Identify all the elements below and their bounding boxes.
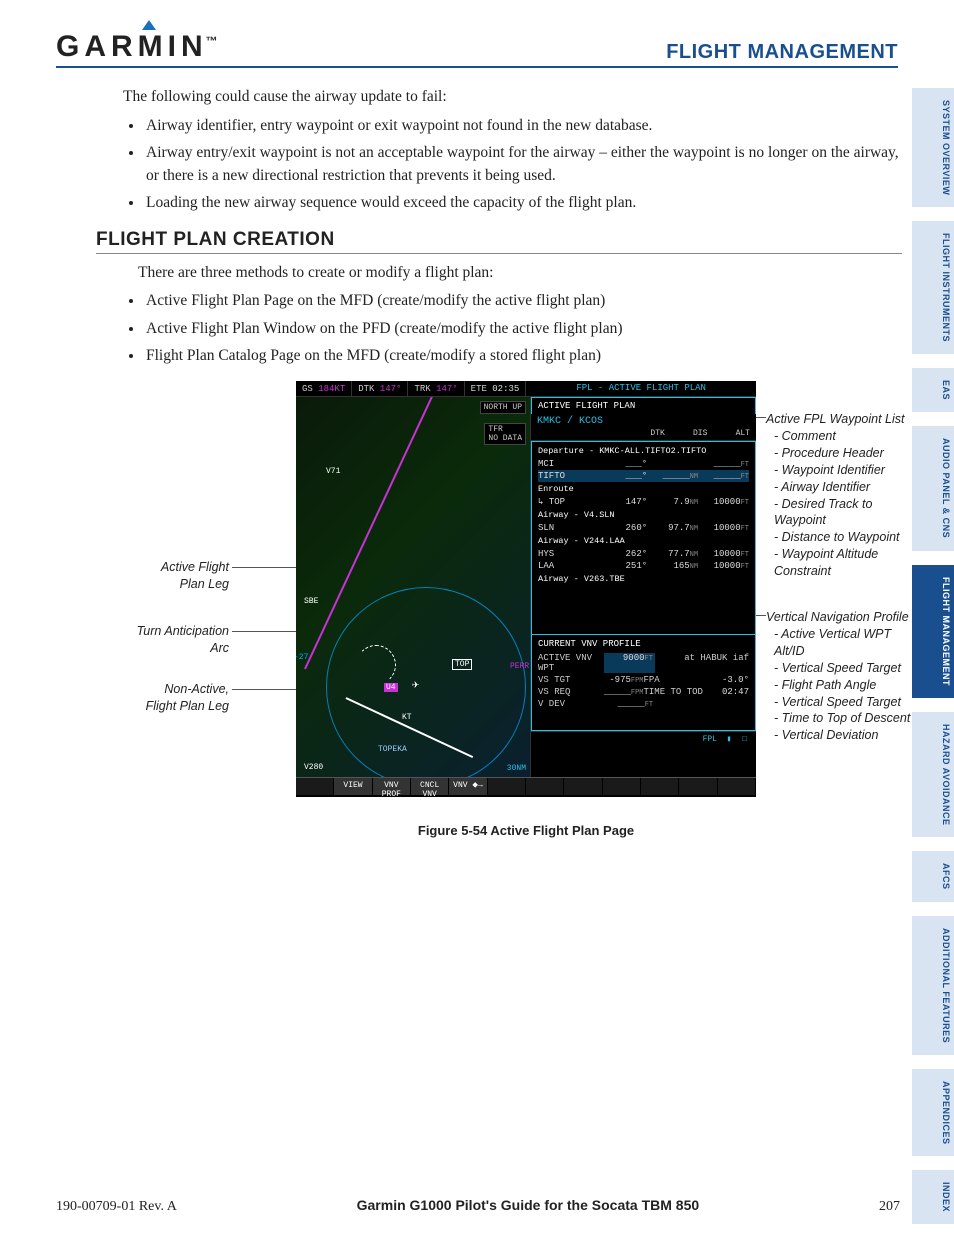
mfd-map: NORTH UP TFRNO DATA ✈ V71 SBE -27 U4 TOP… <box>296 397 531 777</box>
mfd-databar: GS 184KT DTK 147° TRK 147° ETE 02:35 FPL… <box>296 381 756 397</box>
fpl-columns: DTKDISALT <box>531 429 756 441</box>
map-label: TOPEKA <box>378 745 407 754</box>
garmin-logo: GARMIN™ <box>56 30 218 64</box>
softkey-view[interactable]: VIEW <box>334 778 372 795</box>
callout-vnv-profile: Vertical Navigation Profile - Active Ver… <box>766 609 916 744</box>
softkey-bar: VIEW VNV PROF CNCL VNV VNV ⬥→ <box>296 777 756 795</box>
section-title: FLIGHT MANAGEMENT <box>666 41 898 64</box>
manual-title: Garmin G1000 Pilot's Guide for the Socat… <box>357 1197 700 1213</box>
tab-index[interactable]: INDEX <box>912 1170 954 1224</box>
sub-bullet: Active Flight Plan Window on the PFD (cr… <box>144 317 904 340</box>
softkey[interactable] <box>603 778 641 795</box>
softkey[interactable] <box>488 778 526 795</box>
tfr-chip: TFRNO DATA <box>484 423 526 445</box>
map-label: KT <box>402 713 412 722</box>
map-label: SBE <box>304 597 318 606</box>
tab-audio-panel-cns[interactable]: AUDIO PANEL & CNS <box>912 426 954 550</box>
fpl-route: KMKC / KCOS <box>531 414 756 429</box>
ownship-icon: ✈ <box>412 677 419 692</box>
page-group-indicator: FPL ▮ □ <box>531 731 756 746</box>
page-number: 207 <box>879 1199 900 1215</box>
softkey[interactable] <box>718 778 756 795</box>
map-label: -27 <box>296 653 308 662</box>
tab-hazard-avoidance[interactable]: HAZARD AVOIDANCE <box>912 712 954 838</box>
sub-bullet: Active Flight Plan Page on the MFD (crea… <box>144 289 904 312</box>
vnv-profile-panel: CURRENT VNV PROFILE PERR ACTIVE VNV WPT9… <box>531 635 756 731</box>
callout-nonactive-leg: Non-Active, Flight Plan Leg <box>114 681 229 715</box>
map-label: V71 <box>326 467 340 476</box>
sub-paragraph: There are three methods to create or mod… <box>138 262 918 284</box>
mfd-screenshot: GS 184KT DTK 147° TRK 147° ETE 02:35 FPL… <box>296 381 756 797</box>
softkey[interactable] <box>641 778 679 795</box>
tab-system-overview[interactable]: SYSTEM OVERVIEW <box>912 88 954 207</box>
softkey[interactable] <box>296 778 334 795</box>
intro-bullet-list: Airway identifier, entry waypoint or exi… <box>144 114 904 215</box>
figure: Active Flight Plan Leg Turn Anticipation… <box>156 381 916 811</box>
intro-bullet: Loading the new airway sequence would ex… <box>144 191 904 214</box>
north-up-chip: NORTH UP <box>480 401 526 414</box>
page-footer: 190-00709-01 Rev. A Garmin G1000 Pilot's… <box>56 1197 900 1215</box>
sub-bullet: Flight Plan Catalog Page on the MFD (cre… <box>144 344 904 367</box>
callout-active-leg: Active Flight Plan Leg <box>124 559 229 593</box>
doc-number: 190-00709-01 Rev. A <box>56 1199 177 1215</box>
compass-arc <box>326 587 526 777</box>
subsection-heading: FLIGHT PLAN CREATION <box>96 229 902 254</box>
tab-additional-features[interactable]: ADDITIONAL FEATURES <box>912 916 954 1055</box>
map-label: V280 <box>304 763 323 772</box>
intro-bullet: Airway identifier, entry waypoint or exi… <box>144 114 904 137</box>
map-label-top: TOP <box>452 659 472 670</box>
softkey-vnv-prof[interactable]: VNV PROF <box>373 778 411 795</box>
intro-paragraph: The following could cause the airway upd… <box>123 86 903 108</box>
callout-turn-arc: Turn Anticipation Arc <box>114 623 229 657</box>
map-label: U4 <box>384 683 398 692</box>
intro-bullet: Airway entry/exit waypoint is not an acc… <box>144 141 904 188</box>
side-tab-strip: SYSTEM OVERVIEW FLIGHT INSTRUMENTS EAS A… <box>912 88 954 1224</box>
perr-label: PERR <box>510 662 529 671</box>
sub-bullet-list: Active Flight Plan Page on the MFD (crea… <box>144 289 904 367</box>
softkey[interactable] <box>564 778 602 795</box>
tab-appendices[interactable]: APPENDICES <box>912 1069 954 1157</box>
figure-caption: Figure 5-54 Active Flight Plan Page <box>156 823 896 838</box>
callout-waypoint-list: Active FPL Waypoint List - Comment - Pro… <box>766 411 916 580</box>
turn-anticipation-arc <box>356 645 396 685</box>
tab-eas[interactable]: EAS <box>912 368 954 412</box>
softkey[interactable] <box>526 778 564 795</box>
fpl-panel-title: ACTIVE FLIGHT PLAN <box>531 397 756 414</box>
tab-flight-instruments[interactable]: FLIGHT INSTRUMENTS <box>912 221 954 354</box>
softkey-cncl-vnv[interactable]: CNCL VNV <box>411 778 449 795</box>
fpl-waypoint-list: Departure - KMKC-ALL.TIFTO2.TIFTO MCI___… <box>531 441 756 635</box>
tab-flight-management[interactable]: FLIGHT MANAGEMENT <box>912 565 954 698</box>
softkey-vnv-d[interactable]: VNV ⬥→ <box>449 778 487 795</box>
map-scale: 30NM <box>507 764 526 773</box>
softkey[interactable] <box>679 778 717 795</box>
tab-afcs[interactable]: AFCS <box>912 851 954 902</box>
